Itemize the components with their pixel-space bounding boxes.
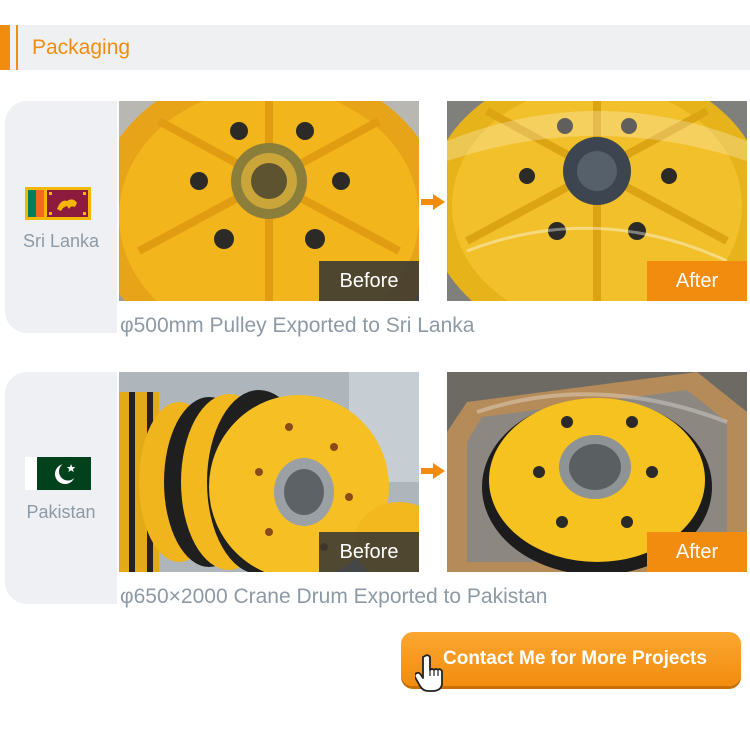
contact-button-label: Contact Me for More Projects	[443, 648, 707, 669]
after-photo-sri-lanka[interactable]: After	[447, 101, 747, 301]
after-tag: After	[647, 261, 747, 301]
before-tag: Before	[319, 261, 419, 301]
contact-button[interactable]: Contact Me for More Projects	[401, 632, 741, 692]
hand-pointer-icon	[415, 654, 443, 692]
project-caption: φ650×2000 Crane Drum Exported to Pakista…	[120, 585, 548, 608]
country-card-sri-lanka: Sri Lanka	[5, 101, 117, 333]
section-title: Packaging	[32, 36, 131, 59]
header-accent-bar	[0, 25, 10, 70]
sri-lanka-flag-icon	[25, 187, 91, 220]
project-caption: φ500mm Pulley Exported to Sri Lanka	[120, 314, 475, 337]
arrow-right-icon	[421, 194, 445, 210]
country-name: Pakistan	[26, 502, 96, 522]
arrow-right-icon	[421, 463, 445, 479]
after-tag: After	[647, 532, 747, 572]
country-card-pakistan: Pakistan	[5, 372, 117, 604]
before-photo-pakistan[interactable]: Before	[119, 372, 419, 572]
before-tag: Before	[319, 532, 419, 572]
country-name: Sri Lanka	[22, 231, 100, 251]
before-photo-sri-lanka[interactable]: Before	[119, 101, 419, 301]
after-photo-pakistan[interactable]: After	[447, 372, 747, 572]
section-header: Packaging	[0, 25, 750, 70]
header-accent-line	[16, 25, 18, 70]
pakistan-flag-icon	[25, 457, 91, 490]
